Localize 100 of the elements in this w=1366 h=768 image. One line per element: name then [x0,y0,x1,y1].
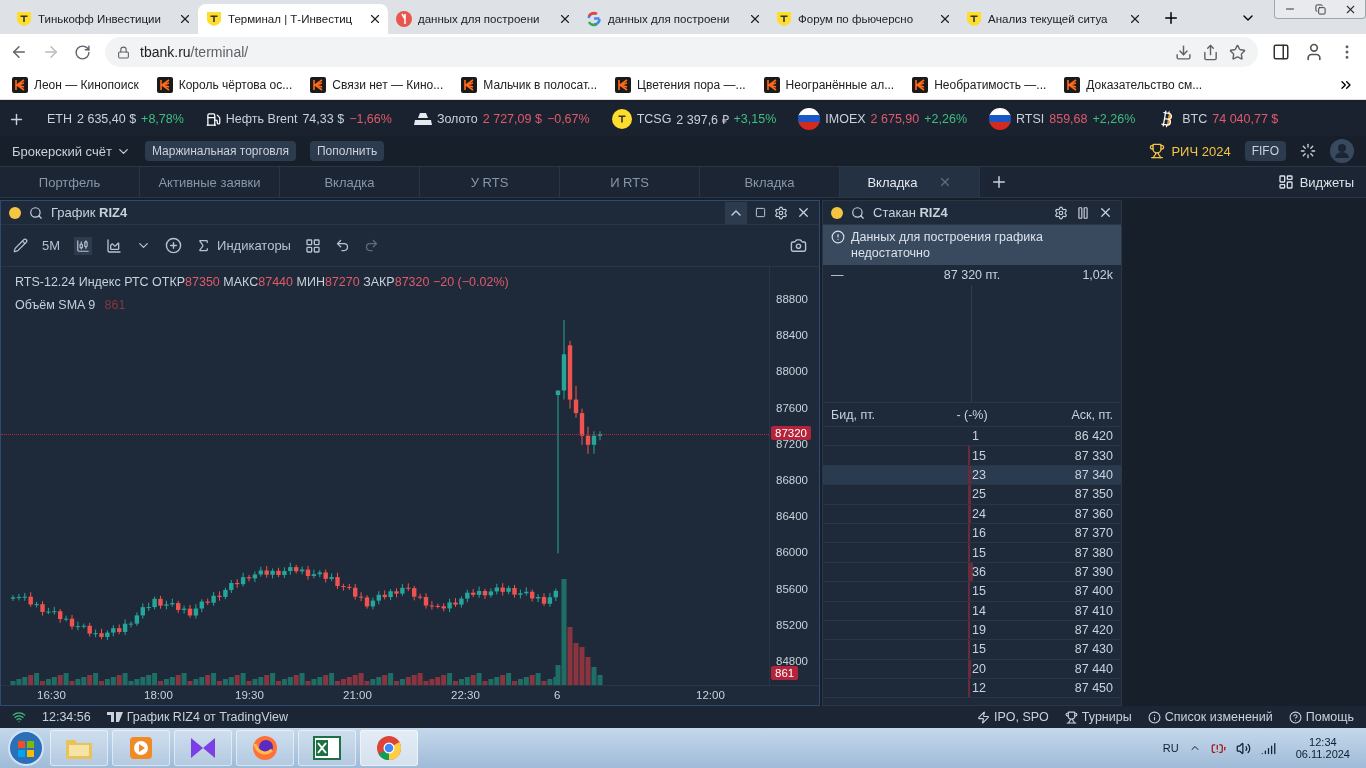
ticker-item[interactable]: Нефть Brent 74,33 $ −1,66% [205,111,392,127]
browser-tab[interactable]: Анализ текущей ситуа [958,4,1148,34]
indicators-button[interactable]: Индикаторы [196,238,291,253]
close-icon[interactable] [368,12,382,26]
system-clock[interactable]: 12:34 06.11.2024 [1285,736,1360,760]
ticker-item[interactable]: TCSG 2 397,6 ₽ +3,15% [611,109,777,129]
close-icon[interactable] [796,205,811,220]
ingot-icon [413,113,432,125]
close-icon[interactable] [938,12,952,26]
footer-link[interactable]: Турниры [1064,710,1132,724]
volume-icon[interactable] [1235,740,1251,756]
taskbar-app[interactable] [236,730,294,766]
start-button[interactable] [6,728,46,768]
price-cell[interactable]: 87 420 [1074,623,1113,638]
ticker-item[interactable]: ETH 2 635,40 $ +8,78% [47,112,184,126]
source-link[interactable]: График RIZ4 от TradingView [106,710,289,724]
reload-icon[interactable] [74,43,91,61]
price-cell[interactable]: 87 330 [1074,448,1113,463]
footer-link[interactable]: IPO, SPO [976,710,1049,724]
action-button[interactable]: Пополнить [309,141,385,161]
price-cell[interactable]: 87 360 [1074,506,1113,521]
price-cell[interactable]: 86 420 [1074,429,1113,444]
bookmark[interactable]: Доказательство см... [1064,76,1203,93]
close-icon[interactable] [178,12,192,26]
workspace-tab[interactable]: Портфель [0,167,140,197]
workspace-tab[interactable]: Вкладка [840,167,980,197]
price-cell[interactable]: 87 440 [1074,661,1113,676]
price-cell[interactable]: 87 410 [1074,603,1113,618]
timeframe-button[interactable]: 5M [42,238,61,253]
price-cell[interactable]: 87 400 [1074,584,1113,599]
footer-link[interactable]: Список изменений [1147,710,1273,724]
side-panel-icon[interactable] [1272,43,1290,61]
add-tab-icon[interactable] [990,173,1008,191]
price-cell[interactable]: 87 350 [1074,487,1113,502]
price-cell[interactable]: 87 450 [1074,681,1113,696]
film-logo-icon [763,76,780,93]
camera-icon[interactable] [790,237,807,254]
collapse-icon[interactable] [725,201,747,224]
action-button[interactable]: Маржинальная торговля [144,141,296,161]
add-circle-icon[interactable] [165,237,183,254]
browser-tab[interactable]: Тинькофф Инвестиции [8,4,198,34]
grid-icon[interactable] [304,237,321,254]
price-cell[interactable]: 87 430 [1074,642,1113,657]
search-icon[interactable] [29,205,43,220]
bookmark-star-icon[interactable] [1229,43,1246,61]
pause-icon[interactable] [1076,205,1090,220]
maximize-icon[interactable] [755,207,766,218]
pencil-icon[interactable] [13,238,28,253]
close-icon[interactable] [1128,12,1142,26]
redo-icon[interactable] [363,238,379,253]
workspace-tab[interactable]: И RTS [560,167,700,197]
candlestick-icon[interactable] [74,236,93,255]
close-icon[interactable] [1098,205,1113,220]
close-icon[interactable] [748,12,762,26]
share-icon[interactable] [1202,43,1219,61]
workspace-tab[interactable]: Активные заявки [140,167,280,197]
taskbar-app[interactable] [360,730,418,766]
ticker-item[interactable]: IMOEX 2 675,90 +2,26% [798,108,967,130]
quantity-cell: 15 [972,545,986,560]
ticker-item[interactable]: RTSI 859,68 +2,26% [989,108,1136,130]
back-icon[interactable] [10,43,28,61]
browser-tab[interactable]: данных для построени [388,4,578,34]
media-player-icon [128,735,154,761]
bookmark[interactable]: Цветения пора —... [615,76,746,93]
bookmark[interactable]: Король чёртова ос... [156,76,293,93]
contest-link[interactable]: РИЧ 2024 [1171,143,1231,159]
workspace-tab[interactable]: Вкладка [280,167,420,197]
taskbar-app[interactable] [174,730,232,766]
bookmark[interactable]: Неогранённые ал... [763,76,895,93]
download-icon[interactable] [1175,43,1192,61]
browser-tab[interactable]: данных для построени [578,4,768,34]
language-indicator[interactable]: RU [1162,742,1179,754]
bookmark[interactable]: Необратимость —... [912,76,1047,93]
price-cell[interactable]: 87 390 [1074,564,1113,579]
last-price: 87 320 пт. [943,268,1001,282]
price-cell[interactable]: 87 340 [1074,467,1113,482]
undo-icon[interactable] [334,238,350,253]
account-selector[interactable]: Брокерский счёт [12,143,131,159]
close-icon[interactable] [558,12,572,26]
browser-tab[interactable]: Форум по фьючерсно [768,4,958,34]
profile-icon[interactable] [1304,42,1324,62]
bookmark[interactable]: Связи нет — Кино... [310,76,444,93]
ticker-item[interactable]: BTC 74 040,77 $ [1157,109,1279,129]
restore-icon[interactable] [1314,3,1326,15]
taskbar-app[interactable] [298,730,356,766]
network-icon[interactable] [1260,740,1276,756]
footer-link[interactable]: Помощь [1288,710,1354,724]
address-field[interactable]: tbank.ru/terminal/ [105,37,1258,67]
fifo-button[interactable]: FIFO [1244,141,1286,161]
area-chart-icon[interactable] [106,237,123,254]
bookmark[interactable]: Мальчик в полосат... [461,76,598,93]
price-cell[interactable]: 87 380 [1074,545,1113,560]
price-cell[interactable]: 87 370 [1074,526,1113,541]
browser-tab[interactable]: Терминал | Т-Инвестиц [198,4,388,34]
search-icon[interactable] [851,205,865,220]
bookmark[interactable]: Леон — Кинопоиск [12,76,139,93]
widgets-button[interactable]: Виджеты [1277,167,1366,197]
ticker-item[interactable]: Золото 2 727,09 $ −0,67% [413,112,590,126]
workspace-tab[interactable]: У RTS [420,167,560,197]
new-tab-icon[interactable] [1162,9,1180,27]
